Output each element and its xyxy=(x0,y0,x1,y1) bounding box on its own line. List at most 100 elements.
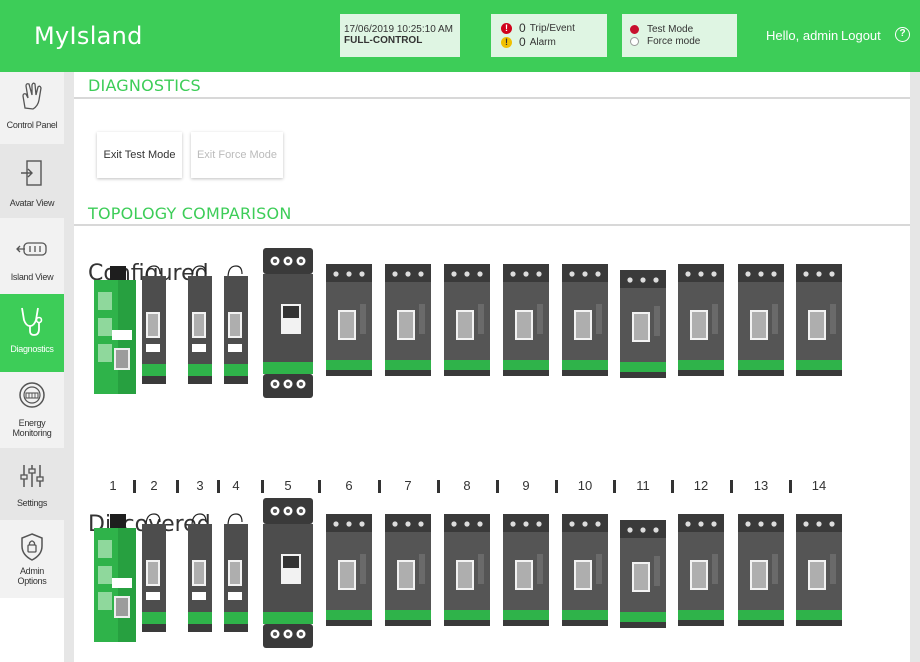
section-divider xyxy=(74,224,920,226)
slot-separator xyxy=(378,480,381,493)
tesys-module-image xyxy=(620,270,666,378)
tesys-module-image xyxy=(796,514,842,626)
tesys-module-image xyxy=(503,514,549,626)
tesys-module-image xyxy=(562,514,608,626)
slot-number: 3 xyxy=(196,478,204,493)
slot-separator xyxy=(261,480,264,493)
sidebar-item-label: Avatar View xyxy=(9,198,55,208)
slot-number: 14 xyxy=(811,478,827,493)
slot-number: 6 xyxy=(345,478,353,493)
slot-separator xyxy=(671,480,674,493)
sidebar-item-label: Diagnostics xyxy=(10,344,54,354)
sidebar-item-diagnostics[interactable]: Diagnostics xyxy=(0,294,64,372)
diagnostics-title: DIAGNOSTICS xyxy=(88,76,201,95)
content-right-gutter xyxy=(910,72,920,662)
sidebar-item-label: Settings xyxy=(16,498,48,508)
slot-separator xyxy=(613,480,616,493)
force-mode-label: Force mode xyxy=(647,35,701,47)
slot-number: 13 xyxy=(753,478,769,493)
slot-number: 7 xyxy=(404,478,412,493)
test-mode-label: Test Mode xyxy=(647,23,694,35)
enter-door-icon xyxy=(21,160,42,186)
slot-number: 11 xyxy=(636,478,650,493)
slot-separator xyxy=(730,480,733,493)
app-title: MyIsland xyxy=(34,22,143,50)
tesys-module-image xyxy=(444,264,490,376)
hand-pointer-icon xyxy=(22,82,42,110)
tesys-module-image xyxy=(188,513,212,632)
slot-number: 9 xyxy=(522,478,530,493)
slot-number: 8 xyxy=(463,478,471,493)
slot-number: 2 xyxy=(150,478,158,493)
slot-number: 4 xyxy=(232,478,240,493)
sidebar-item-energy-monitoring[interactable]: Energy Monitoring xyxy=(0,372,64,448)
tesys-module-image xyxy=(503,264,549,376)
tesys-module-image xyxy=(385,264,431,376)
slot-separator xyxy=(176,480,179,493)
tesys-module-image xyxy=(738,264,784,376)
slot-separator xyxy=(437,480,440,493)
stethoscope-icon xyxy=(21,307,43,336)
slot-separator xyxy=(133,480,136,493)
events-status[interactable]: ! 0 Trip/Event ! 0 Alarm xyxy=(491,14,607,57)
sidebar-item-label: Island View xyxy=(10,272,54,282)
tesys-module-image xyxy=(263,248,313,398)
tesys-module-image xyxy=(562,264,608,376)
sidebar-item-settings[interactable]: Settings xyxy=(0,448,64,520)
alarm-label: Alarm xyxy=(529,36,556,48)
slot-separator xyxy=(789,480,792,493)
slot-separator xyxy=(555,480,558,493)
sidebar-item-avatar-view[interactable]: Avatar View xyxy=(0,144,64,218)
tesys-module-image xyxy=(385,514,431,626)
sidebar-item-label: Admin Options xyxy=(17,566,47,586)
tesys-module-image xyxy=(94,266,136,394)
exit-test-mode-button[interactable]: Exit Test Mode xyxy=(97,132,182,178)
tesys-module-image xyxy=(738,514,784,626)
tesys-module-image xyxy=(142,265,166,384)
slot-number: 12 xyxy=(693,478,709,493)
tesys-module-image xyxy=(444,514,490,626)
trip-count: 0 xyxy=(519,21,526,35)
island-modules-icon xyxy=(16,242,47,256)
sidebar-item-control-panel[interactable]: Control Panel xyxy=(0,78,64,144)
top-bar: MyIsland 17/06/2019 10:25:10 AM FULL-CON… xyxy=(0,0,920,72)
tesys-module-image xyxy=(263,498,313,648)
trip-alert-icon: ! xyxy=(501,22,512,34)
tesys-module-image xyxy=(326,264,372,376)
tesys-module-image xyxy=(678,514,724,626)
exit-force-mode-button[interactable]: Exit Force Mode xyxy=(191,132,283,178)
sidebar-item-admin-options[interactable]: Admin Options xyxy=(0,520,64,598)
topology-comparison-title: TOPOLOGY COMPARISON xyxy=(88,204,292,223)
shield-lock-icon xyxy=(21,533,43,561)
tesys-module-image xyxy=(678,264,724,376)
tesys-module-image xyxy=(94,514,136,642)
sliders-icon xyxy=(20,465,44,487)
tesys-module-image xyxy=(326,514,372,626)
tesys-module-image xyxy=(224,513,248,632)
content-left-gutter xyxy=(64,72,74,662)
slot-separator xyxy=(318,480,321,493)
sidebar-item-island-view[interactable]: Island View xyxy=(0,218,64,294)
sidebar-item-label: Control Panel xyxy=(6,120,58,130)
control-mode-text: FULL-CONTROL xyxy=(344,35,423,46)
sidebar-item-label: Energy Monitoring xyxy=(12,418,52,438)
tesys-module-image xyxy=(142,513,166,632)
slot-number: 10 xyxy=(577,478,593,493)
tesys-module-image xyxy=(224,265,248,384)
slot-number: 1 xyxy=(109,478,117,493)
force-mode-indicator xyxy=(630,36,639,46)
main-content: DIAGNOSTICS Exit Test Mode Exit Force Mo… xyxy=(74,72,920,662)
help-icon[interactable]: ? xyxy=(895,27,910,42)
alarm-count: 0 xyxy=(519,35,526,49)
tesys-module-image xyxy=(796,264,842,376)
user-greeting: Hello, admin xyxy=(766,28,839,43)
slot-separator xyxy=(217,480,220,493)
slot-separator xyxy=(496,480,499,493)
logout-link[interactable]: Logout xyxy=(841,28,881,43)
mode-status: Test Mode Force mode xyxy=(622,14,737,57)
alarm-warning-icon: ! xyxy=(501,36,512,48)
datetime-status: 17/06/2019 10:25:10 AM FULL-CONTROL xyxy=(340,14,460,57)
section-divider xyxy=(74,97,920,99)
energy-meter-icon xyxy=(19,382,45,408)
tesys-module-image xyxy=(188,265,212,384)
